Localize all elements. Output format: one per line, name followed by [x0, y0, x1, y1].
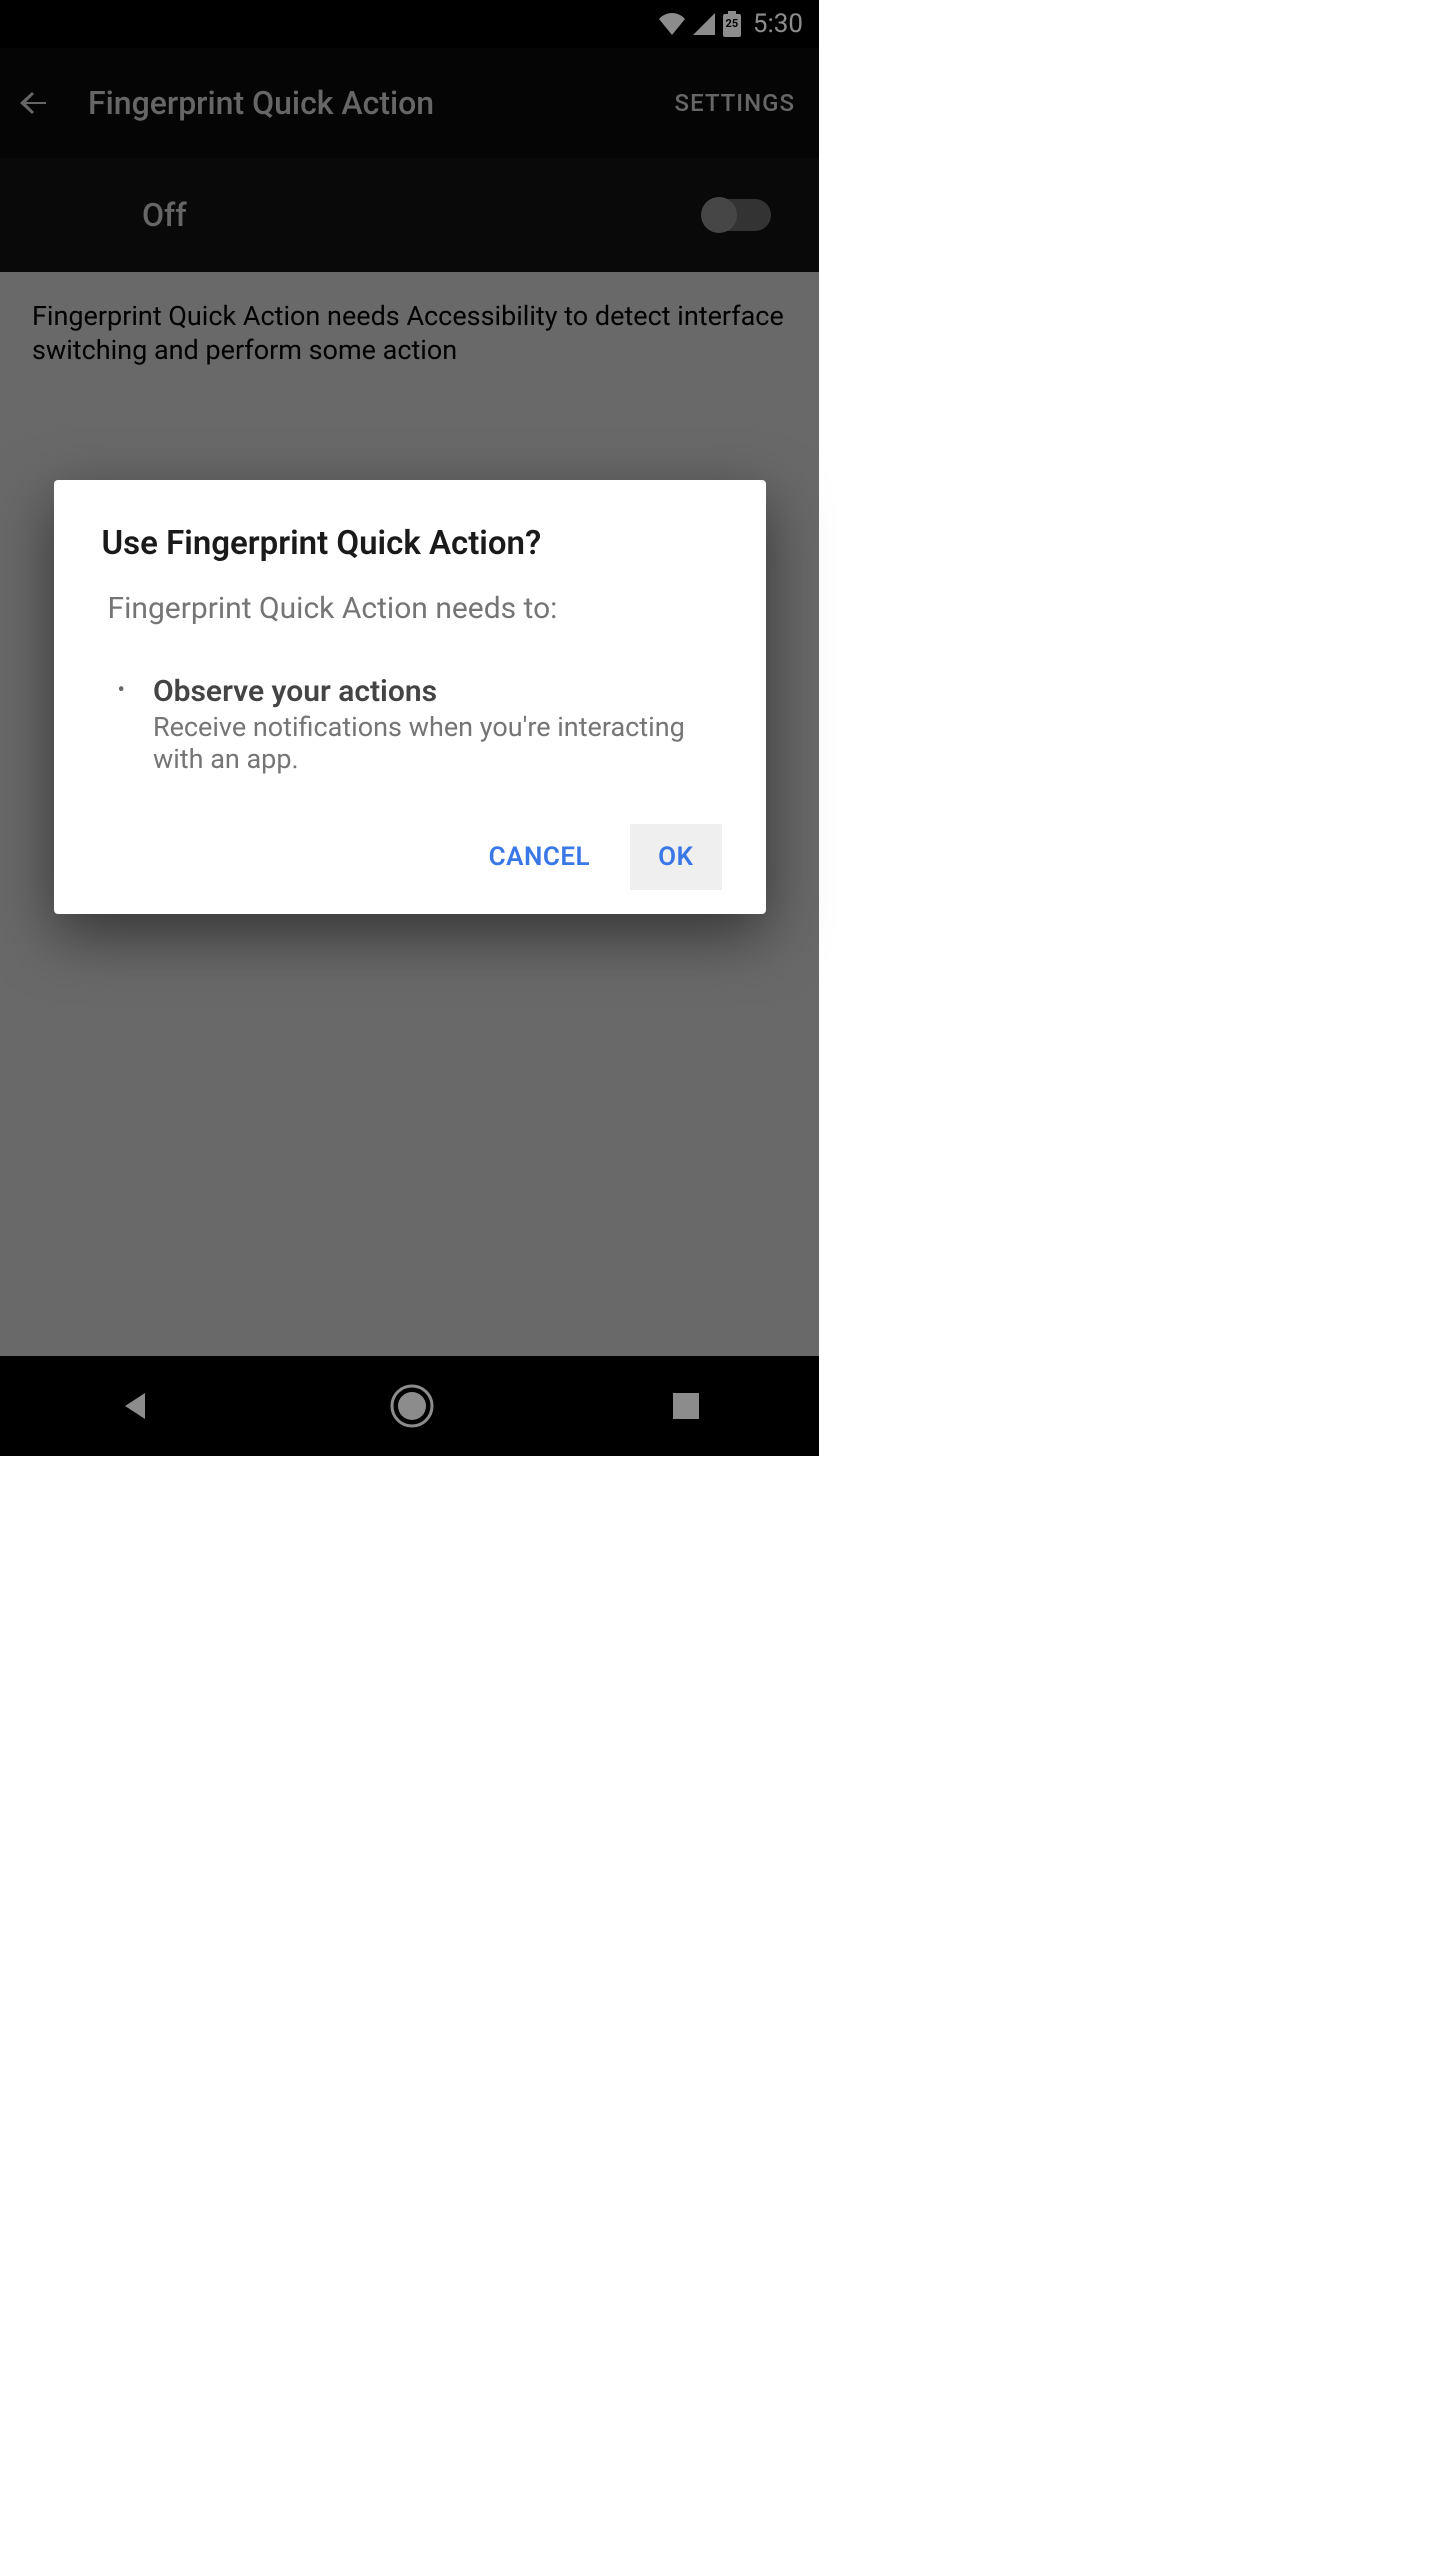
modal-scrim[interactable]: Use Fingerprint Quick Action? Fingerprin… [0, 0, 819, 1456]
dialog-actions: CANCEL OK [102, 824, 722, 890]
permission-title: Observe your actions [153, 674, 722, 709]
permission-dialog: Use Fingerprint Quick Action? Fingerprin… [54, 480, 766, 914]
dialog-title: Use Fingerprint Quick Action? [102, 524, 722, 563]
bullet-icon: • [118, 674, 125, 776]
permission-text: Observe your actions Receive notificatio… [153, 674, 722, 776]
dialog-subtitle: Fingerprint Quick Action needs to: [108, 591, 722, 626]
ok-button[interactable]: OK [630, 824, 721, 890]
screen-root: 25 5:30 Fingerprint Quick Action SETTING… [0, 0, 819, 1456]
permission-description: Receive notifications when you're intera… [153, 711, 722, 776]
cancel-button[interactable]: CANCEL [461, 824, 618, 890]
permission-item: • Observe your actions Receive notificat… [118, 674, 722, 776]
